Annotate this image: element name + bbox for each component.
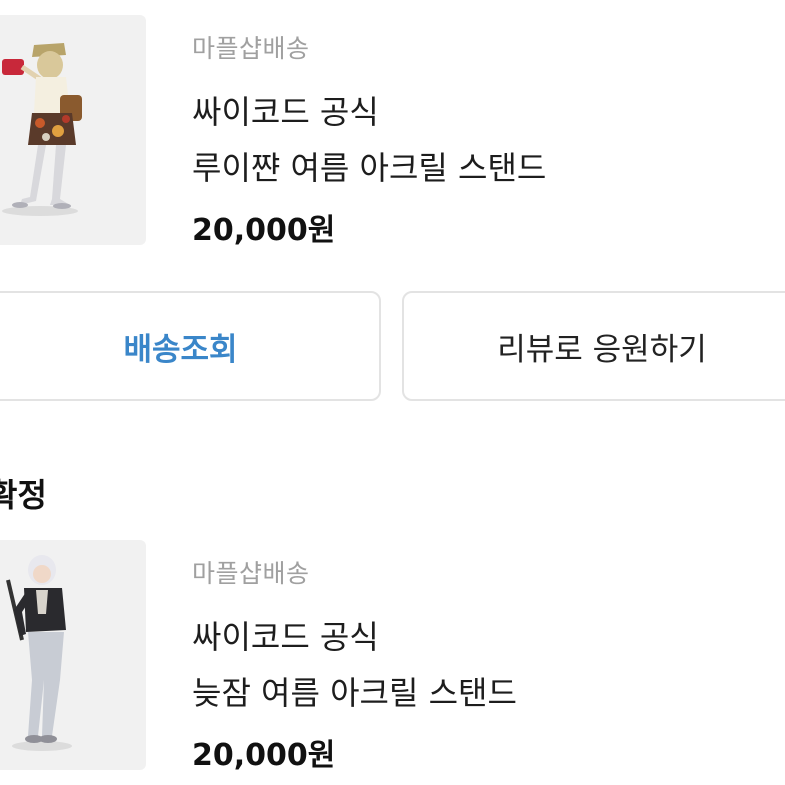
- order-status-heading: 확정: [0, 476, 47, 514]
- delivery-type: 마플샵배송: [192, 559, 310, 588]
- product-thumbnail[interactable]: [0, 15, 146, 245]
- order-item[interactable]: 마플샵배송 싸이코드 공식 늦잠 여름 아크릴 스탠드 20,000원: [0, 540, 785, 775]
- product-title[interactable]: 루이쨘 여름 아크릴 스탠드: [192, 143, 546, 189]
- order-item[interactable]: 마플샵배송 싸이코드 공식 루이쨘 여름 아크릴 스탠드 20,000원: [0, 15, 785, 250]
- product-price: 20,000원: [192, 213, 336, 248]
- delivery-type: 마플샵배송: [192, 34, 310, 63]
- product-thumbnail[interactable]: [0, 540, 146, 770]
- product-price: 20,000원: [192, 738, 336, 773]
- write-review-button[interactable]: 리뷰로 응원하기: [402, 291, 785, 401]
- product-title[interactable]: 늦잠 여름 아크릴 스탠드: [192, 668, 517, 714]
- acrylic-stand-image: [2, 43, 82, 216]
- acrylic-stand-image: [6, 555, 72, 751]
- shop-name[interactable]: 싸이코드 공식: [192, 87, 379, 133]
- track-delivery-button[interactable]: 배송조회: [0, 291, 381, 401]
- shop-name[interactable]: 싸이코드 공식: [192, 612, 379, 658]
